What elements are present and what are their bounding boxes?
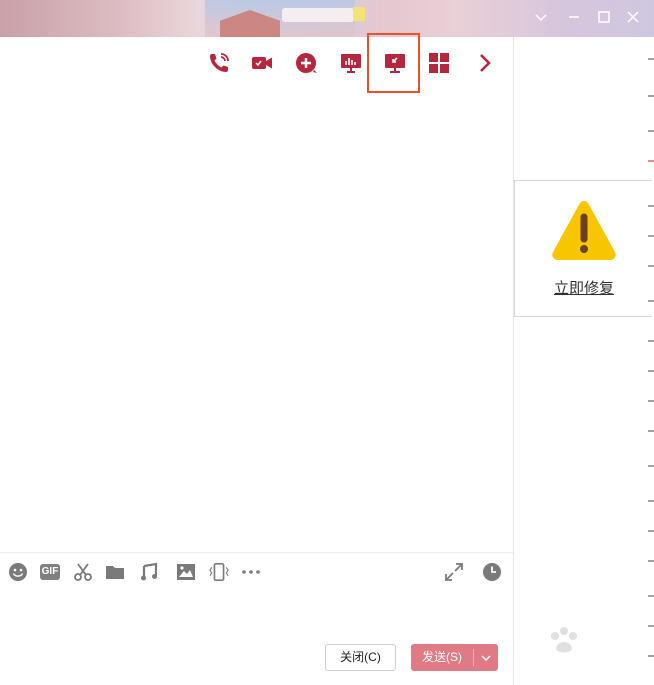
voice-call-button[interactable] — [205, 49, 233, 77]
send-image-button[interactable] — [175, 561, 197, 583]
more-input-options-button[interactable] — [240, 561, 262, 583]
video-call-button[interactable] — [248, 49, 276, 77]
background-window-edge — [648, 0, 654, 685]
chat-history-button[interactable] — [481, 561, 503, 583]
expand-input-button[interactable] — [443, 561, 465, 583]
window-shake-button[interactable] — [208, 561, 230, 583]
repair-card: 立即修复 — [514, 180, 652, 317]
title-bar-badge-icon — [353, 7, 365, 21]
gif-label: GIF — [39, 564, 61, 580]
folder-icon — [106, 566, 124, 579]
chevron-down-icon — [481, 655, 491, 661]
remote-desktop-highlight — [367, 33, 420, 93]
chat-area — [0, 37, 513, 685]
phone-shake-icon — [209, 563, 229, 581]
phone-icon — [210, 53, 229, 72]
send-file-button[interactable] — [104, 561, 126, 583]
clock-icon — [483, 563, 501, 581]
add-member-button[interactable] — [292, 49, 320, 77]
emoji-button[interactable] — [7, 561, 29, 583]
repair-now-link[interactable]: 立即修复 — [515, 277, 653, 298]
music-note-icon — [141, 562, 158, 581]
grid-icon — [429, 53, 449, 73]
emoji-icon — [9, 563, 27, 581]
more-dots-icon — [242, 570, 260, 574]
expand-icon — [445, 563, 463, 581]
scissors-icon — [74, 563, 92, 581]
title-bar — [0, 0, 654, 37]
presentation-button[interactable] — [337, 49, 365, 77]
send-button[interactable]: 发送(S) — [411, 644, 498, 671]
dropdown-icon[interactable] — [533, 9, 549, 25]
chevron-right-icon — [480, 54, 491, 72]
plus-circle-icon — [296, 53, 317, 73]
send-button-label: 发送(S) — [422, 650, 462, 664]
title-bar-blurred-name — [282, 8, 354, 22]
screenshot-button[interactable] — [72, 561, 94, 583]
gif-button[interactable]: GIF — [39, 561, 61, 583]
warning-triangle-icon — [552, 201, 616, 260]
input-separator — [0, 552, 513, 553]
apps-button[interactable] — [425, 49, 453, 77]
more-tools-button[interactable] — [470, 49, 498, 77]
close-window-icon[interactable] — [625, 9, 641, 25]
right-panel — [514, 37, 654, 685]
image-icon — [177, 564, 195, 580]
music-button[interactable] — [139, 561, 161, 583]
send-options-dropdown[interactable] — [474, 644, 498, 671]
maximize-icon[interactable] — [596, 9, 612, 25]
close-button[interactable]: 关闭(C) — [325, 644, 396, 671]
minimize-icon[interactable] — [566, 9, 582, 25]
video-camera-icon — [252, 57, 272, 69]
presentation-board-icon — [341, 54, 361, 73]
watermark-logo — [551, 627, 577, 653]
